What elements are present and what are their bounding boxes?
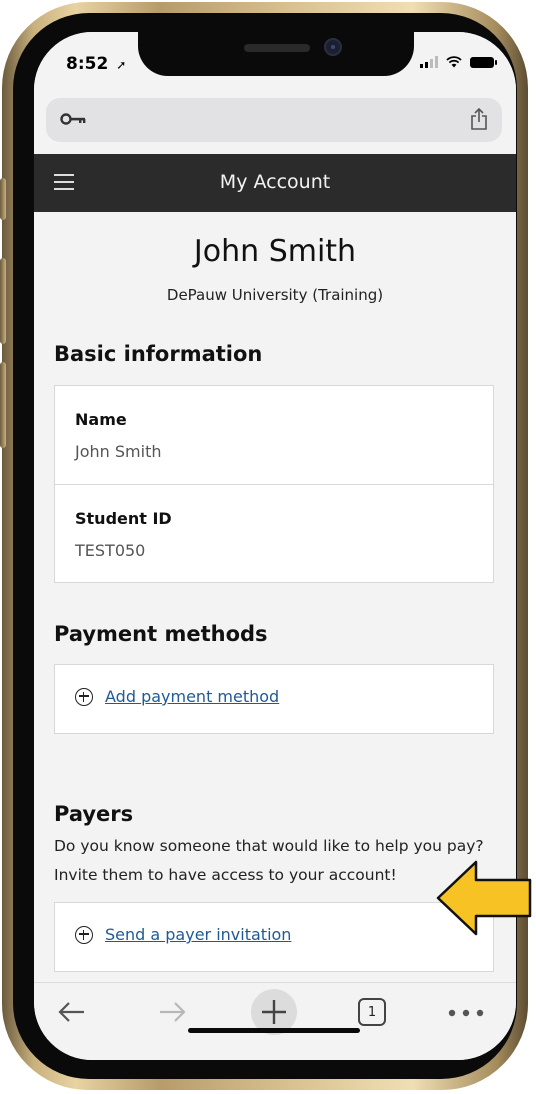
- front-camera: [324, 38, 342, 56]
- name-field-label: Name: [75, 410, 127, 429]
- volume-up-button: [0, 258, 6, 344]
- student-id-value: TEST050: [75, 541, 146, 560]
- more-options-icon[interactable]: [448, 1009, 484, 1017]
- header-title: My Account: [219, 171, 331, 193]
- student-id-field: Student ID TEST050: [55, 485, 493, 583]
- app-header: My Account: [34, 154, 516, 212]
- speaker-grille: [244, 44, 310, 52]
- forward-arrow-icon[interactable]: [156, 997, 188, 1027]
- browser-toolbar: 1: [34, 982, 516, 1060]
- payers-card: Send a payer invitation: [54, 902, 494, 972]
- add-circle-icon[interactable]: [75, 925, 93, 944]
- name-field-value: John Smith: [75, 442, 162, 461]
- location-arrow-icon: ➚: [116, 58, 127, 72]
- payers-heading: Payers: [54, 802, 134, 826]
- send-payer-invitation-link[interactable]: Send a payer invitation: [105, 925, 291, 944]
- student-id-label: Student ID: [75, 509, 172, 528]
- payment-methods-heading: Payment methods: [54, 622, 268, 646]
- notch: [138, 32, 414, 76]
- tab-switcher-icon[interactable]: 1: [358, 998, 386, 1026]
- tab-count: 1: [367, 1004, 377, 1020]
- payers-description: Do you know someone that would like to h…: [54, 837, 484, 884]
- wifi-icon: [446, 56, 462, 68]
- basic-info-card: Name John Smith Student ID TEST050: [54, 385, 494, 583]
- mute-switch: [0, 178, 6, 220]
- basic-info-heading: Basic information: [54, 342, 263, 366]
- status-time-text: 8:52: [66, 54, 109, 74]
- status-bar: 8:52 ➚: [34, 32, 516, 102]
- home-indicator: [188, 1028, 360, 1033]
- send-payer-invitation-row[interactable]: Send a payer invitation: [75, 925, 291, 944]
- profile-name: John Smith: [193, 234, 357, 269]
- profile-organization: DePauw University (Training): [166, 286, 384, 304]
- cellular-signal-icon: [420, 56, 438, 68]
- address-bar[interactable]: [46, 98, 502, 142]
- payment-methods-card: Add payment method: [54, 664, 494, 734]
- add-payment-method-link[interactable]: Add payment method: [105, 687, 279, 706]
- name-field: Name John Smith: [55, 386, 493, 485]
- key-icon: [60, 113, 86, 125]
- highlight-arrow-icon: [436, 860, 532, 936]
- add-circle-icon[interactable]: [75, 687, 93, 706]
- share-icon[interactable]: [470, 108, 488, 130]
- volume-down-button: [0, 362, 6, 448]
- back-arrow-icon[interactable]: [56, 997, 88, 1027]
- status-time: 8:52 ➚: [66, 54, 126, 74]
- battery-icon: [470, 56, 497, 68]
- status-icons: [420, 56, 497, 68]
- add-payment-method-row[interactable]: Add payment method: [75, 687, 279, 706]
